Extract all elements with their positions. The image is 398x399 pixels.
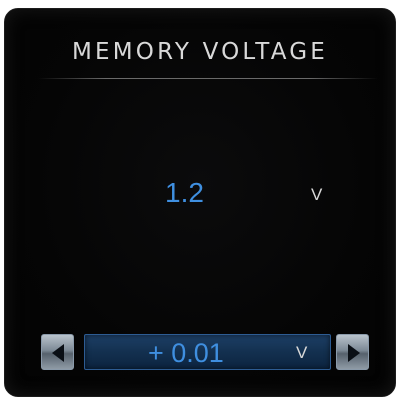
increment-button[interactable] [336, 334, 369, 370]
step-display[interactable]: + 0.01 V [84, 334, 331, 370]
voltage-unit: V [311, 185, 323, 204]
arrow-right-icon [348, 344, 360, 362]
title-divider [38, 78, 378, 79]
voltage-value: 1.2 [165, 177, 204, 208]
memory-voltage-panel: MEMORY VOLTAGE 1.2 V + 0.01 V [4, 8, 396, 397]
arrow-left-icon [52, 344, 64, 362]
step-unit: V [296, 343, 308, 362]
decrement-button[interactable] [41, 334, 74, 370]
panel-title: MEMORY VOLTAGE [71, 39, 329, 65]
step-value: + 0.01 [148, 338, 224, 368]
